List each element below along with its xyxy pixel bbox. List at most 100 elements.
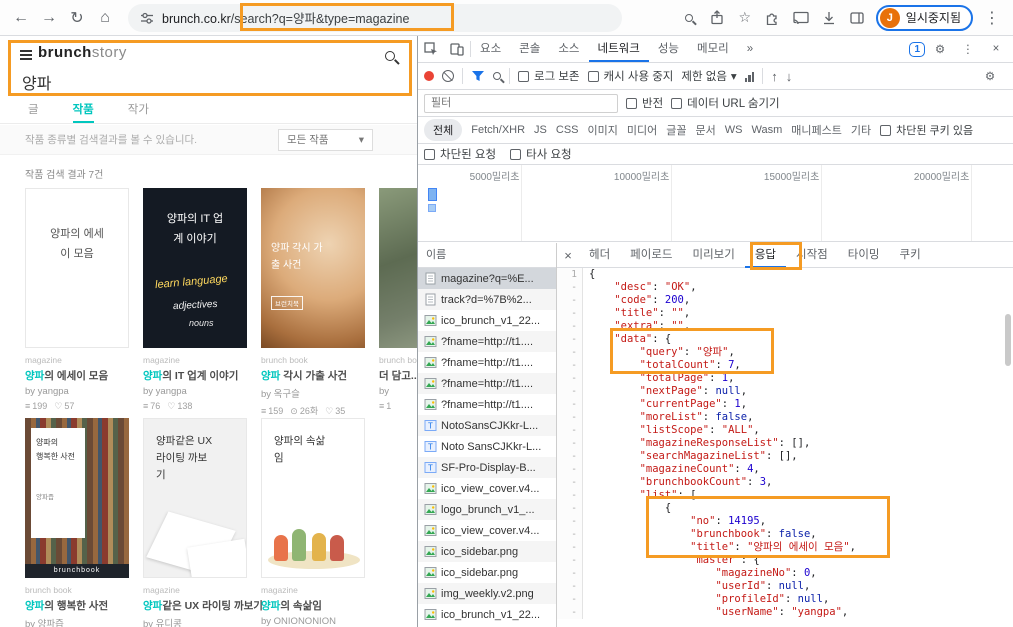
card-author[interactable]: by ONIONONION — [261, 616, 373, 627]
card-title[interactable]: 양파의 에세이 모음 — [25, 368, 137, 383]
card-cover[interactable] — [379, 188, 417, 348]
card-author[interactable]: by 유디콩 — [143, 616, 255, 627]
network-request-row[interactable]: ico_brunch_v1_22... — [418, 604, 556, 625]
scrollbar-thumb[interactable] — [1005, 314, 1011, 366]
card-title[interactable]: 양파의 행복한 사전 — [25, 598, 137, 613]
blocked-requests-checkbox[interactable]: 차단된 요청 — [424, 146, 496, 162]
filter-chip-media[interactable]: 미디어 — [627, 122, 657, 138]
device-toolbar-icon[interactable] — [444, 36, 470, 62]
card-cover[interactable]: 양파의 에세 이 모음 — [25, 188, 129, 348]
detail-tab-timing[interactable]: 타이밍 — [838, 243, 890, 268]
network-request-row[interactable]: ico_sidebar.png — [418, 562, 556, 583]
bookmark-star-icon[interactable]: ☆ — [732, 5, 758, 31]
preserve-log-checkbox[interactable]: 로그 보존 — [518, 68, 580, 84]
response-json[interactable]: 1{- "desc": "OK", - "code": 200, - "title"… — [557, 268, 1013, 627]
cast-icon[interactable] — [788, 5, 814, 31]
disable-cache-checkbox[interactable]: 캐시 사용 중지 — [587, 68, 673, 84]
result-card[interactable]: 양파같은 UX 라이팅 까보 기 magazine 양파같은 UX 라이팅 까보기 b… — [143, 418, 263, 627]
brunch-logo[interactable]: brunchstory — [38, 44, 127, 61]
card-author[interactable]: by yangpa — [143, 386, 255, 397]
back-icon[interactable]: ← — [8, 5, 34, 31]
card-cover[interactable]: 양파의 행복한 사전 양파즙 brunchbook — [25, 418, 129, 578]
network-overview-timeline[interactable]: 5000밀리초 10000밀리초 15000밀리초 20000밀리초 — [418, 165, 1013, 242]
devtools-tab-memory[interactable]: 메모리 — [688, 36, 738, 62]
filter-chip-js[interactable]: JS — [534, 124, 547, 136]
result-card[interactable]: brunch book 더 담고... by ≡1 — [379, 188, 417, 417]
filter-chip-wasm[interactable]: Wasm — [752, 124, 783, 136]
network-request-row[interactable]: ico_brunch_v1_22... — [418, 310, 556, 331]
card-title[interactable]: 양파의 속삶임 — [261, 598, 373, 613]
network-request-row[interactable]: magazine?q=%E... — [418, 268, 556, 289]
issues-badge[interactable]: 1 — [909, 41, 925, 57]
detail-tab-headers[interactable]: 헤더 — [579, 243, 620, 268]
card-author[interactable]: by 옥구슬 — [261, 386, 373, 400]
search-input[interactable]: 양파 — [22, 70, 51, 94]
network-request-row[interactable]: ?fname=http://t1.... — [418, 394, 556, 415]
network-request-row[interactable]: ico_sidebar.png — [418, 541, 556, 562]
side-panel-icon[interactable] — [844, 5, 870, 31]
detail-close-icon[interactable]: × — [557, 248, 579, 263]
network-request-row[interactable]: img_weekly.v2.png — [418, 583, 556, 604]
network-filter-input[interactable] — [424, 93, 618, 113]
search-tab-authors[interactable]: 작가 — [128, 98, 149, 123]
devtools-tab-network[interactable]: 네트워크 — [589, 36, 649, 62]
work-type-select[interactable]: 모든 작품 ▾ — [278, 128, 373, 151]
devtools-menu-icon[interactable]: ⋮ — [955, 36, 981, 62]
card-title[interactable]: 양파의 IT 업계 이야기 — [143, 368, 255, 383]
card-author[interactable]: by yangpa — [25, 386, 137, 397]
filter-chip-ws[interactable]: WS — [725, 124, 743, 136]
card-cover[interactable]: 양파의 IT 업 계 이야기 learn language adjectives no… — [143, 188, 247, 348]
card-title[interactable]: 양파 각시 가출 사건 — [261, 368, 373, 383]
filter-chip-doc[interactable]: 문서 — [696, 122, 716, 138]
result-card[interactable]: 양파의 에세 이 모음 magazine 양파의 에세이 모음 by yangpa ≡ 1… — [25, 188, 129, 417]
network-search-icon[interactable] — [493, 72, 501, 80]
search-tab-works[interactable]: 작품 — [73, 98, 94, 123]
devtools-tab-console[interactable]: 콘솔 — [510, 36, 549, 62]
card-cover[interactable]: 양파 각시 가 출 사건 브런치북 — [261, 188, 365, 348]
menu-hamburger-icon[interactable] — [20, 50, 32, 63]
search-tab-posts[interactable]: 글 — [28, 98, 39, 123]
result-card[interactable]: 양파의 행복한 사전 양파즙 brunchbook brunch book 양파의 행복… — [25, 418, 129, 627]
record-icon[interactable] — [424, 71, 434, 81]
card-title[interactable]: 양파같은 UX 라이팅 까보기 — [143, 598, 263, 613]
filter-chip-manifest[interactable]: 매니페스트 — [791, 122, 842, 138]
network-request-row[interactable]: T Noto SansCJKkr-L... — [418, 436, 556, 457]
filter-chip-font[interactable]: 글꼴 — [666, 122, 686, 138]
forward-icon[interactable]: → — [36, 5, 62, 31]
network-request-row[interactable]: ?fname=http://t1.... — [418, 352, 556, 373]
export-har-icon[interactable]: ↓ — [786, 69, 793, 84]
devtools-settings-icon[interactable]: ⚙ — [927, 36, 953, 62]
invert-checkbox[interactable]: 반전 — [626, 95, 663, 111]
network-request-row[interactable]: T SF-Pro-Display-B... — [418, 457, 556, 478]
browser-menu-icon[interactable]: ⋮ — [979, 5, 1005, 31]
network-request-row[interactable]: logo_brunch_v1_... — [418, 499, 556, 520]
detail-tab-initiator[interactable]: 시작점 — [786, 243, 838, 268]
download-icon[interactable] — [816, 5, 842, 31]
network-request-row[interactable]: ?fname=http://t1.... — [418, 373, 556, 394]
request-list-header[interactable]: 이름 — [418, 243, 556, 268]
address-bar[interactable]: brunch.co.kr/search?q=양파&type=magazine — [128, 3, 622, 32]
hide-data-urls-checkbox[interactable]: 데이터 URL 숨기기 — [671, 95, 780, 111]
detail-tab-payload[interactable]: 페이로드 — [620, 243, 682, 268]
network-request-row[interactable]: ?fname=http://t1.... — [418, 331, 556, 352]
filter-chip-other[interactable]: 기타 — [851, 122, 871, 138]
network-conditions-icon[interactable] — [744, 71, 755, 82]
profile-button[interactable]: J 일시중지됨 — [875, 4, 973, 31]
card-author[interactable]: by 양파즙 — [25, 616, 137, 627]
network-request-row[interactable]: track?d=%7B%2... — [418, 289, 556, 310]
filter-funnel-icon[interactable] — [471, 70, 485, 82]
network-settings-icon[interactable]: ⚙ — [977, 63, 1003, 89]
tune-icon[interactable] — [140, 11, 154, 25]
import-har-icon[interactable]: ↑ — [771, 69, 778, 84]
result-card[interactable]: 양파의 속삶 임magazine양파의 속삶임by ONIONONION≡4♡2 — [261, 418, 365, 627]
result-card[interactable]: 양파의 IT 업 계 이야기 learn language adjectives no… — [143, 188, 247, 417]
url-text[interactable]: brunch.co.kr/search?q=양파&type=magazine — [162, 8, 409, 27]
clear-icon[interactable] — [442, 70, 454, 82]
share-icon[interactable] — [704, 5, 730, 31]
card-author[interactable]: by — [379, 386, 417, 397]
filter-chip-img[interactable]: 이미지 — [588, 122, 618, 138]
filter-chip-all[interactable]: 전체 — [424, 119, 463, 141]
network-request-row[interactable]: ico_view_cover.v4... — [418, 520, 556, 541]
detail-tab-response[interactable]: 응답 — [745, 243, 786, 268]
card-cover[interactable]: 양파의 속삶 임 — [261, 418, 365, 578]
